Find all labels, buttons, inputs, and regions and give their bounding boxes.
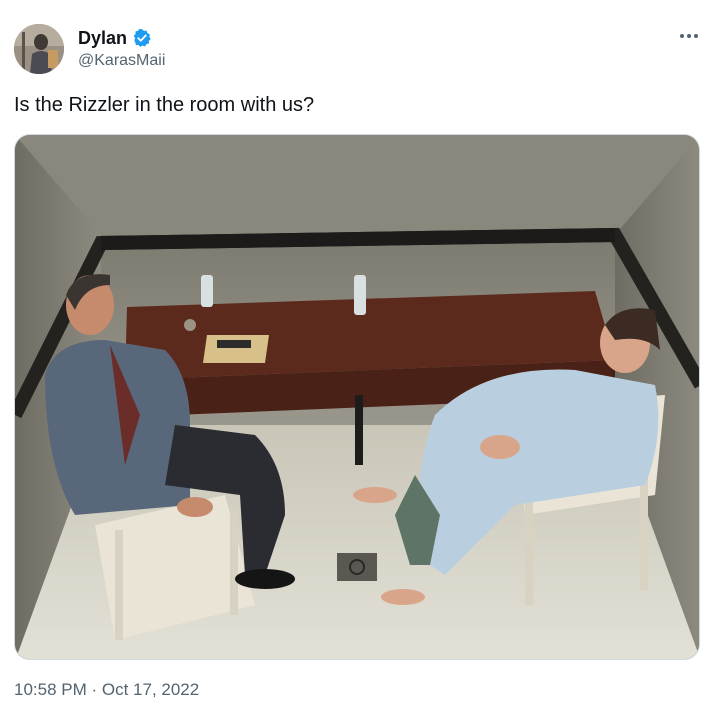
avatar[interactable]: [14, 24, 64, 74]
more-options-icon[interactable]: [672, 24, 706, 48]
tweet-timestamp[interactable]: 10:58 PM · Oct 17, 2022: [14, 680, 199, 700]
author-name-row: Dylan: [78, 27, 152, 49]
display-name[interactable]: Dylan: [78, 27, 127, 49]
verified-badge-icon: [132, 28, 152, 48]
tweet-photo[interactable]: [14, 134, 700, 660]
tweet-card: Dylan @KarasMaii Is the Rizzler in the r…: [0, 0, 716, 715]
user-handle[interactable]: @KarasMaii: [78, 52, 165, 70]
tweet-text: Is the Rizzler in the room with us?: [14, 94, 315, 116]
